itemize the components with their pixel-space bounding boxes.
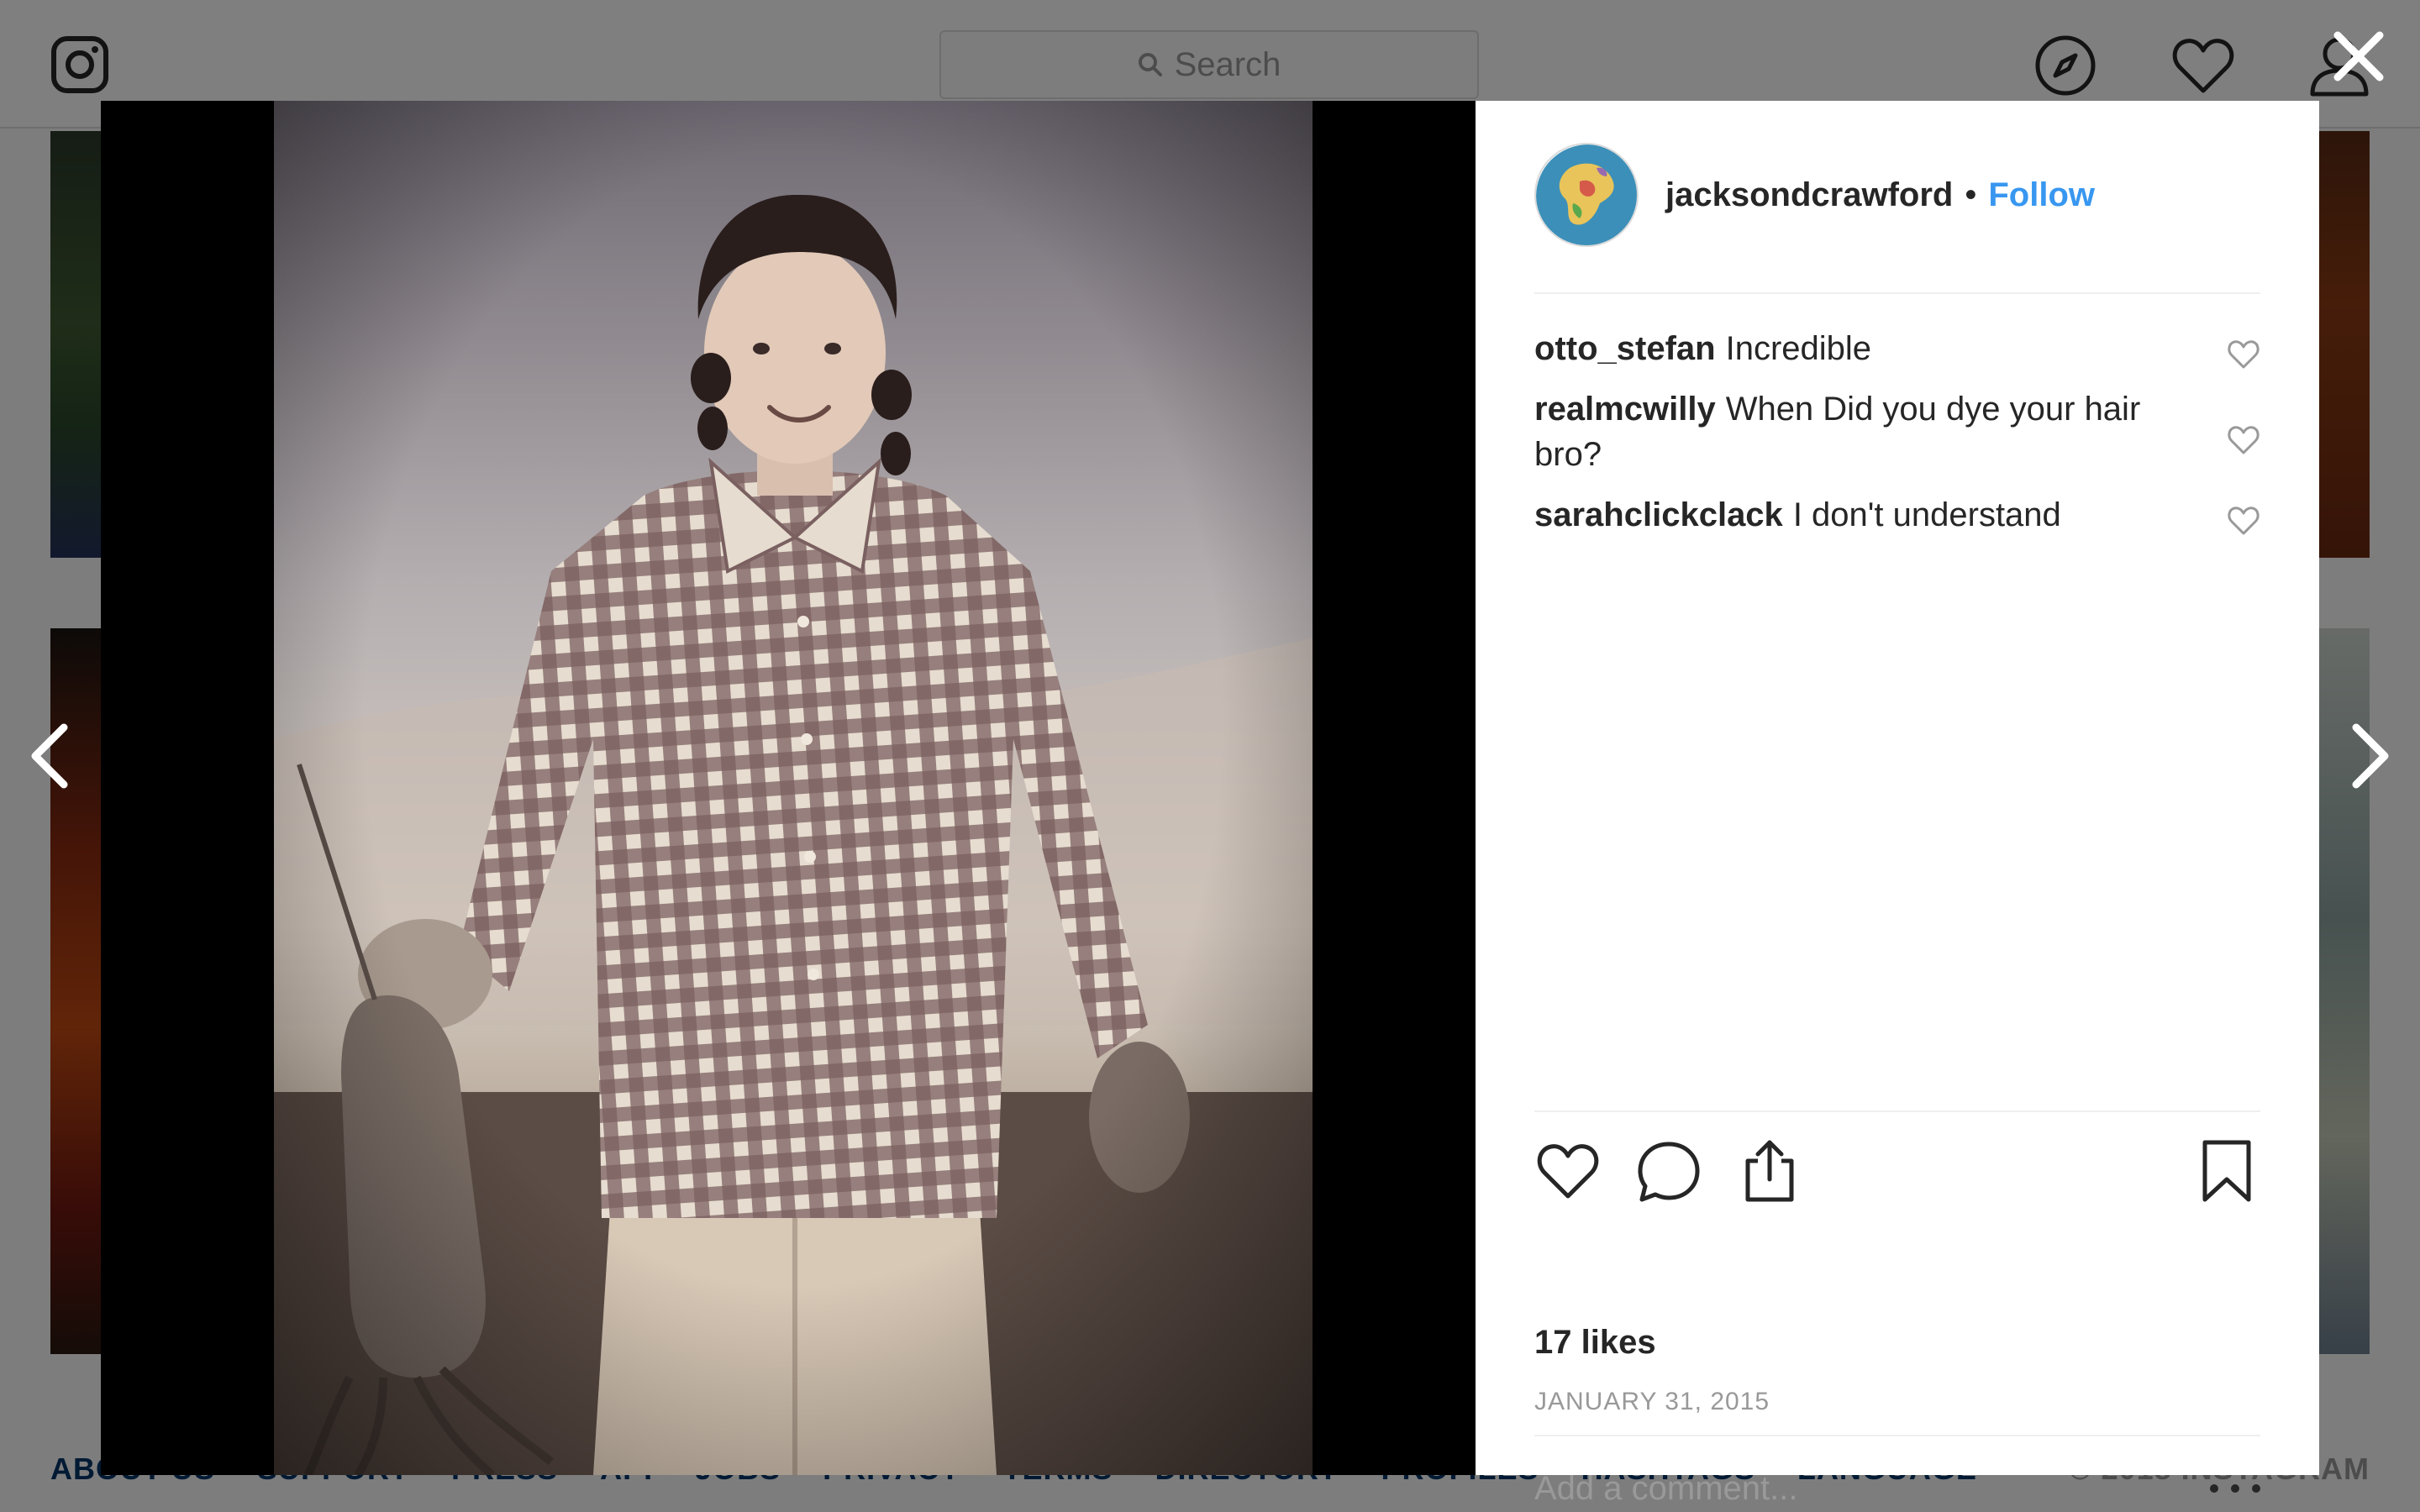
comment-bubble-icon[interactable] — [1635, 1137, 1702, 1205]
dot — [2231, 1484, 2239, 1493]
dot — [2252, 1484, 2260, 1493]
comment-input[interactable] — [1534, 1469, 2210, 1508]
likes-count[interactable]: 17 likes — [1534, 1324, 1656, 1362]
chevron-left-icon[interactable] — [25, 722, 76, 790]
comment-author[interactable]: sarahclickclack — [1534, 496, 1783, 533]
add-comment-section — [1534, 1435, 2260, 1512]
post-sidebar: jacksondcrawford • Follow otto_stefan Inc… — [1476, 101, 2319, 1508]
dot — [2210, 1484, 2218, 1493]
comment-like-icon[interactable] — [2227, 504, 2260, 538]
post-date: JANUARY 31, 2015 — [1534, 1388, 1770, 1415]
separator-dot: • — [1965, 176, 1977, 213]
comment-author[interactable]: otto_stefan — [1534, 330, 1716, 367]
comment-text: I don't understand — [1792, 496, 2061, 533]
post-username[interactable]: jacksondcrawford — [1665, 176, 1953, 214]
post-photo — [274, 101, 1313, 1475]
post-media[interactable] — [101, 101, 1476, 1475]
comment-item: realmcwilly When Did you dye your hair br… — [1534, 386, 2260, 477]
like-heart-icon[interactable] — [1534, 1137, 1602, 1205]
avatar[interactable] — [1534, 143, 1639, 247]
comments-list: otto_stefan Incredible realmcwilly When Di… — [1534, 326, 2260, 553]
post-action-bar — [1534, 1137, 2260, 1205]
more-options-icon[interactable] — [2210, 1476, 2260, 1501]
bookmark-icon[interactable] — [2193, 1137, 2260, 1205]
follow-button[interactable]: Follow — [1988, 176, 2095, 214]
chevron-right-icon[interactable] — [2344, 722, 2395, 790]
comment-item: otto_stefan Incredible — [1534, 326, 2260, 371]
close-icon[interactable] — [2328, 25, 2390, 87]
comment-item: sarahclickclack I don't understand — [1534, 492, 2260, 538]
post-modal: jacksondcrawford • Follow otto_stefan Inc… — [101, 101, 2319, 1508]
comment-like-icon[interactable] — [2227, 338, 2260, 371]
post-header: jacksondcrawford • Follow — [1534, 143, 2260, 294]
comment-text: Incredible — [1725, 330, 1872, 367]
post-actions-section — [1534, 1110, 2260, 1202]
comment-author[interactable]: realmcwilly — [1534, 391, 1716, 428]
globe-avatar-image — [1536, 144, 1637, 245]
comment-like-icon[interactable] — [2227, 423, 2260, 457]
share-icon[interactable] — [1736, 1137, 1803, 1205]
